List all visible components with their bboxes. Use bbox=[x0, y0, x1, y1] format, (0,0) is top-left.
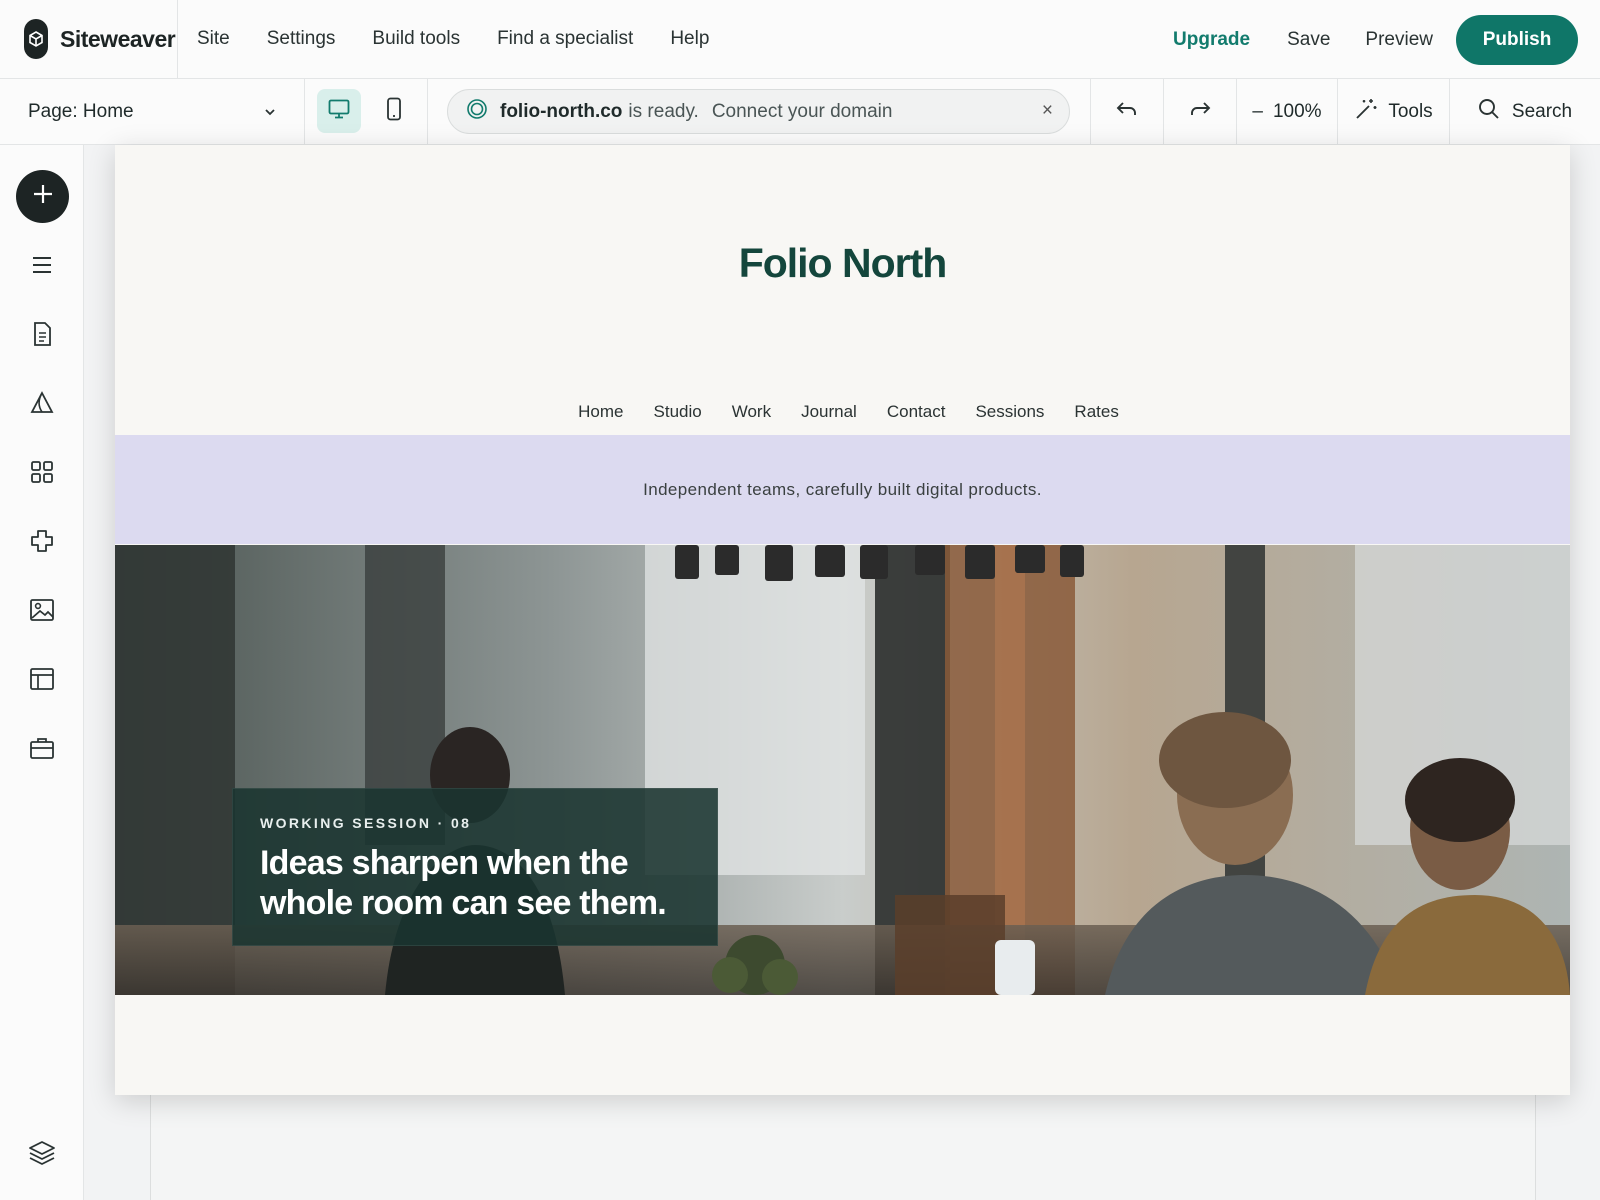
tools-button[interactable]: Tools bbox=[1337, 79, 1449, 144]
add-element-button[interactable] bbox=[16, 170, 69, 223]
nav-build-tools[interactable]: Build tools bbox=[372, 28, 460, 50]
tools-label: Tools bbox=[1388, 100, 1433, 122]
notice-domain: folio-north.co bbox=[500, 100, 623, 122]
mobile-view-button[interactable] bbox=[372, 89, 416, 133]
site-nav-work[interactable]: Work bbox=[732, 402, 771, 422]
redo-icon bbox=[1189, 100, 1211, 123]
zoom-out-button[interactable]: – bbox=[1252, 101, 1263, 123]
mobile-icon bbox=[386, 97, 402, 126]
design-icon[interactable] bbox=[27, 388, 57, 418]
brand-logo-icon bbox=[24, 19, 48, 59]
brand[interactable]: Siteweaver bbox=[0, 0, 178, 78]
desktop-view-button[interactable] bbox=[317, 89, 361, 133]
magic-wand-icon bbox=[1354, 97, 1378, 127]
canvas-background bbox=[150, 1095, 1536, 1200]
site-nav-journal[interactable]: Journal bbox=[801, 402, 857, 422]
site-nav-studio[interactable]: Studio bbox=[654, 402, 702, 422]
save-button[interactable]: Save bbox=[1287, 29, 1330, 51]
menu-icon[interactable] bbox=[27, 250, 57, 280]
upgrade-link[interactable]: Upgrade bbox=[1173, 29, 1250, 51]
editor-toolbar: Page: Home folio-north.co is ready. Conn… bbox=[0, 79, 1600, 145]
nav-settings[interactable]: Settings bbox=[267, 28, 336, 50]
search-label: Search bbox=[1511, 100, 1573, 122]
undo-button[interactable] bbox=[1090, 79, 1163, 144]
site-nav-contact[interactable]: Contact bbox=[887, 402, 946, 422]
tagline: Independent teams, carefully built digit… bbox=[643, 479, 1042, 499]
top-actions: Upgrade Save Preview Publish bbox=[1173, 15, 1578, 65]
notice-status: is ready. bbox=[628, 100, 699, 122]
left-rail bbox=[0, 145, 84, 1200]
device-switcher bbox=[305, 79, 428, 144]
site-title[interactable]: Folio North bbox=[115, 240, 1570, 287]
undo-icon bbox=[1116, 100, 1138, 123]
nav-help[interactable]: Help bbox=[670, 28, 709, 50]
top-bar: Siteweaver Site Settings Build tools Fin… bbox=[0, 0, 1600, 79]
hero-kicker: WORKING SESSION · 08 bbox=[260, 815, 472, 831]
chevron-down-icon bbox=[264, 103, 276, 126]
tagline-band[interactable]: Independent teams, carefully built digit… bbox=[115, 435, 1570, 544]
hero-caption-card[interactable]: WORKING SESSION · 08 Ideas sharpen when … bbox=[232, 788, 718, 946]
plus-icon bbox=[32, 183, 54, 210]
page-icon[interactable] bbox=[27, 319, 57, 349]
top-nav: Site Settings Build tools Find a special… bbox=[197, 28, 746, 50]
nav-find-specialist[interactable]: Find a specialist bbox=[497, 28, 633, 50]
preview-button[interactable]: Preview bbox=[1365, 29, 1433, 51]
search-icon bbox=[1478, 98, 1500, 126]
redo-button[interactable] bbox=[1163, 79, 1236, 144]
site-nav-sessions[interactable]: Sessions bbox=[975, 402, 1044, 422]
layers-icon[interactable] bbox=[27, 1138, 57, 1168]
page-preview[interactable]: Folio North Home Studio Work Journal Con… bbox=[115, 145, 1570, 1095]
page-selector-label: Page: Home bbox=[28, 100, 134, 122]
brand-name: Siteweaver bbox=[60, 25, 176, 52]
briefcase-icon[interactable] bbox=[27, 733, 57, 763]
search-button[interactable]: Search bbox=[1449, 79, 1600, 144]
page-selector[interactable]: Page: Home bbox=[0, 79, 305, 144]
site-nav: Home Studio Work Journal Contact Session… bbox=[115, 402, 1570, 422]
plugin-icon[interactable] bbox=[27, 526, 57, 556]
connect-domain-link[interactable]: Connect your domain bbox=[712, 101, 893, 123]
zoom-control[interactable]: – 100% bbox=[1236, 79, 1337, 144]
hero-section[interactable]: WORKING SESSION · 08 Ideas sharpen when … bbox=[115, 545, 1570, 995]
nav-site[interactable]: Site bbox=[197, 28, 230, 50]
site-nav-rates[interactable]: Rates bbox=[1074, 402, 1118, 422]
desktop-icon bbox=[328, 99, 350, 124]
zoom-level: 100% bbox=[1272, 100, 1322, 122]
close-notice-button[interactable]: × bbox=[1042, 100, 1053, 122]
publish-button[interactable]: Publish bbox=[1456, 15, 1578, 65]
image-icon[interactable] bbox=[27, 595, 57, 625]
status-ring-icon bbox=[466, 98, 488, 125]
site-nav-home[interactable]: Home bbox=[578, 402, 623, 422]
domain-notice: folio-north.co is ready. Connect your do… bbox=[447, 89, 1070, 134]
apps-icon[interactable] bbox=[27, 457, 57, 487]
hero-headline: Ideas sharpen when the whole room can se… bbox=[260, 844, 667, 922]
table-icon[interactable] bbox=[27, 664, 57, 694]
